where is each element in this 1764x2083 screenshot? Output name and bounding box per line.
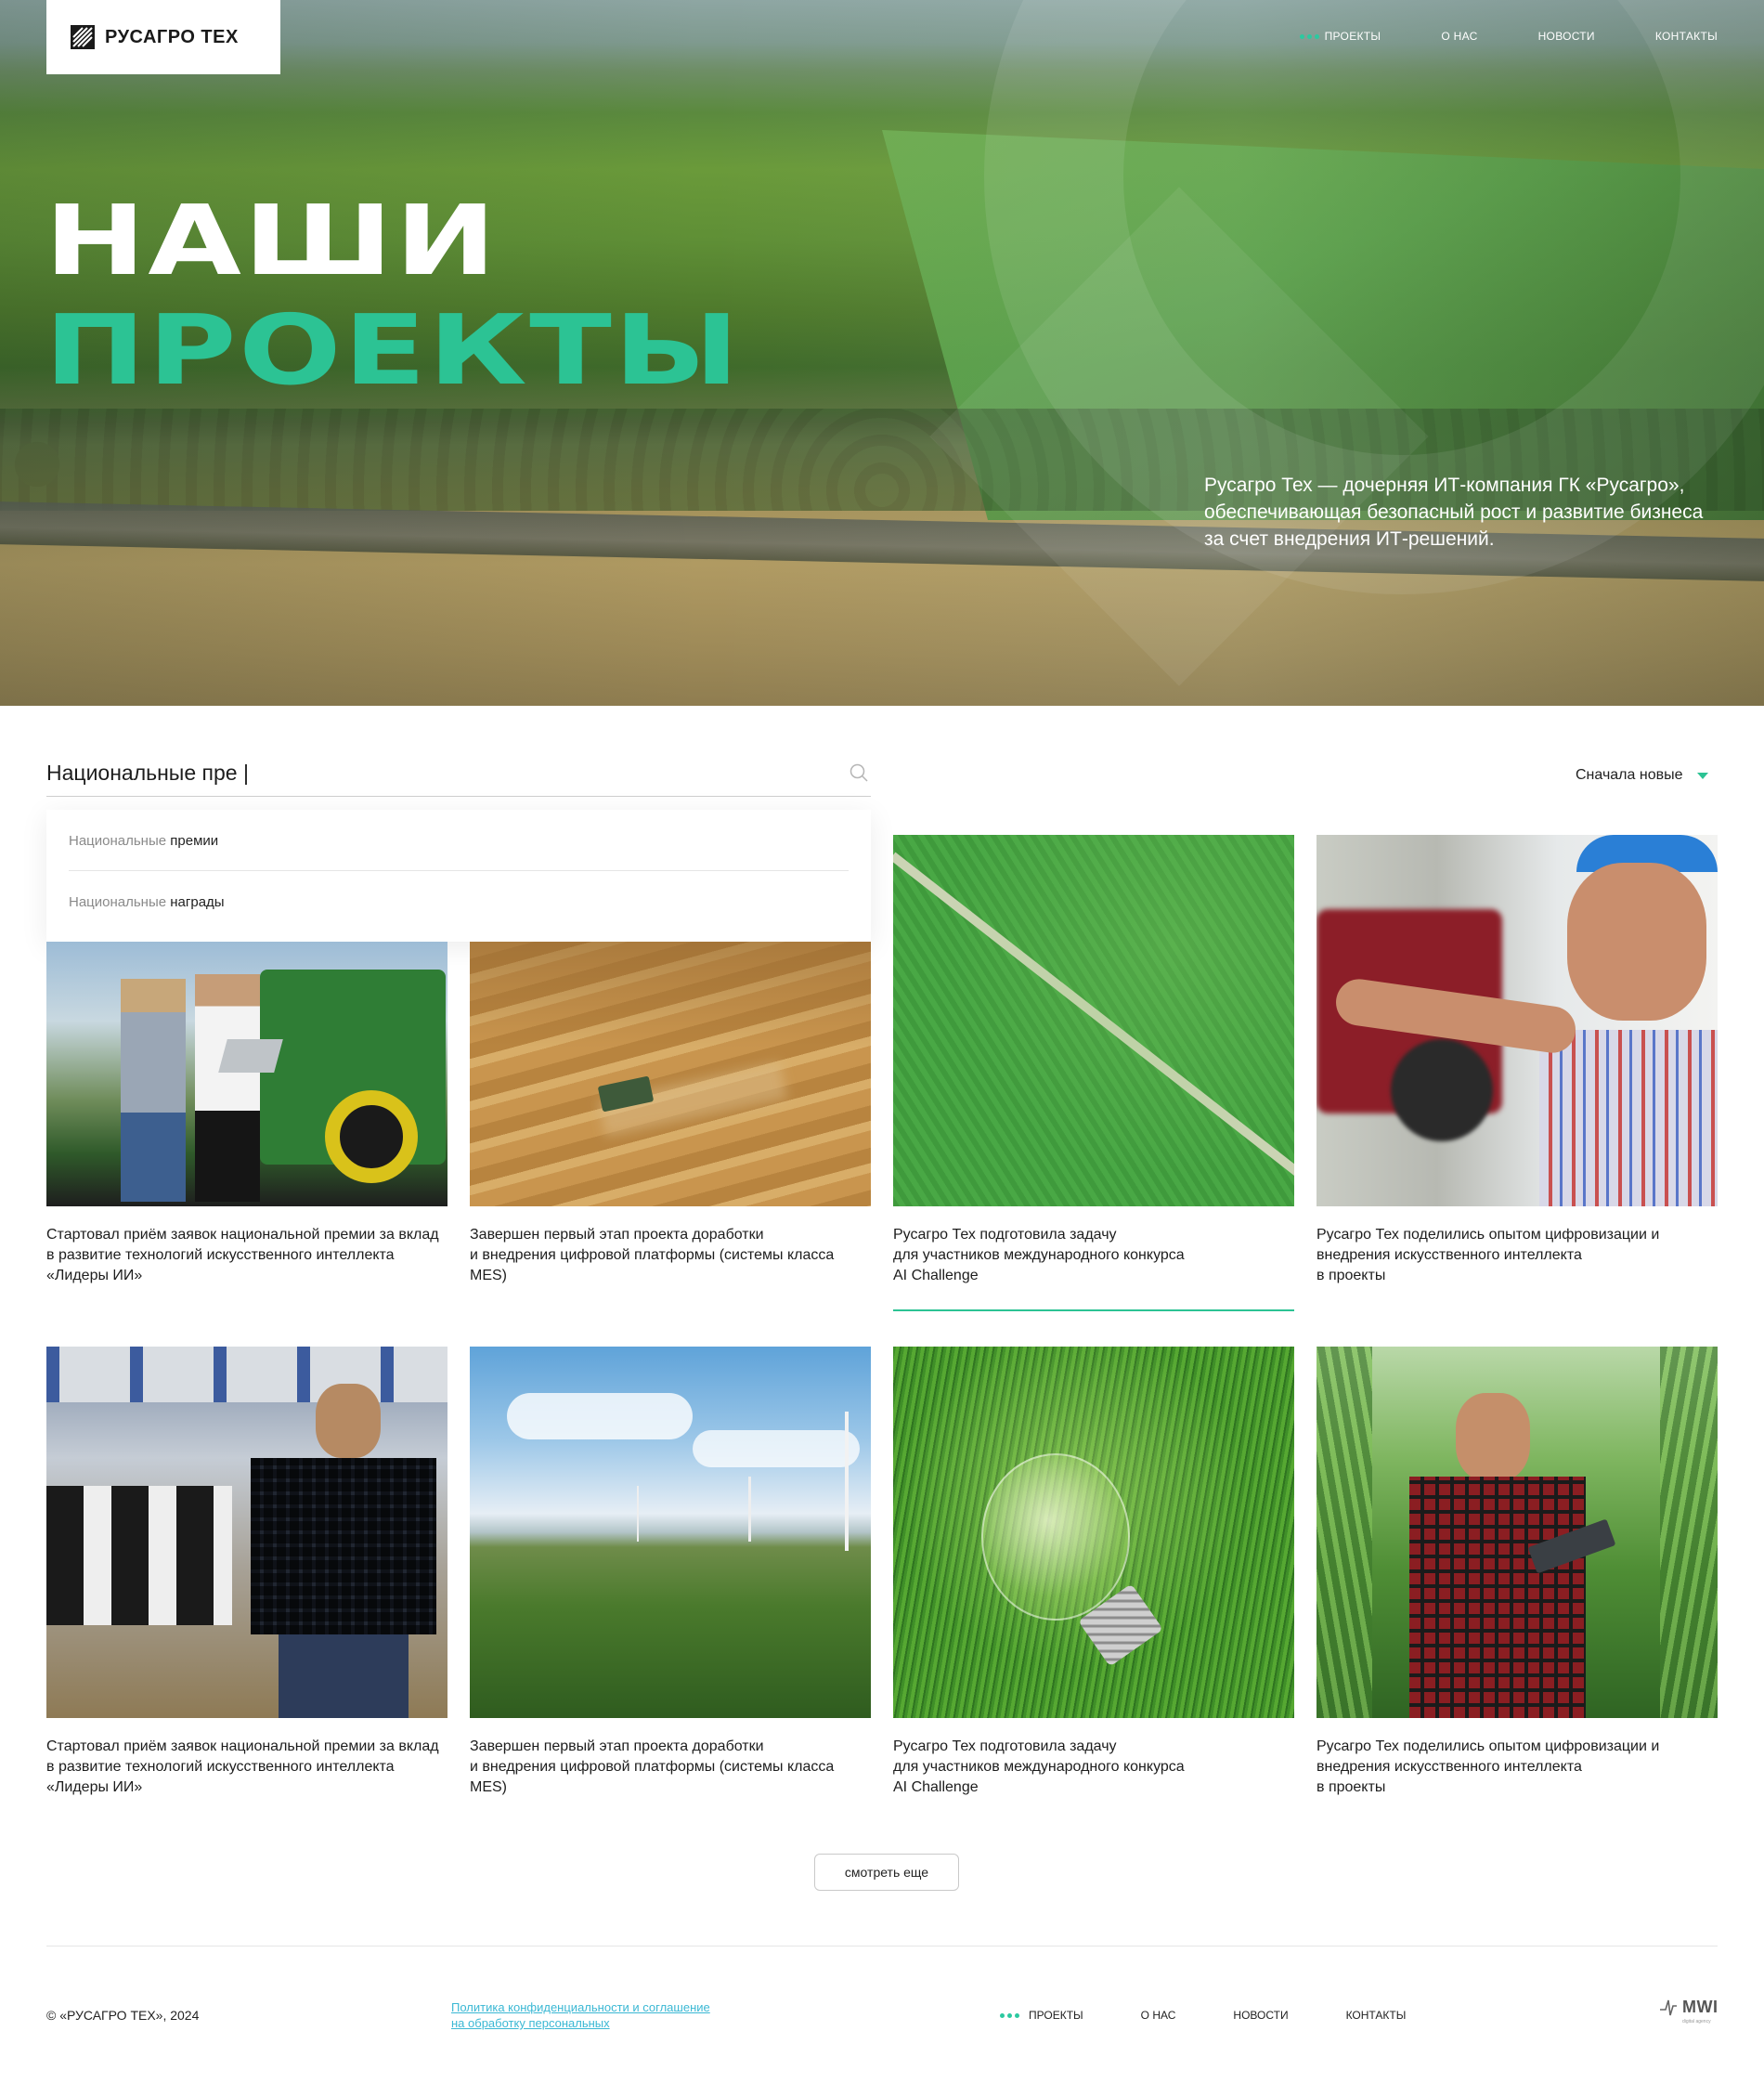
footer-nav-contacts[interactable]: КОНТАКТЫ [1346,2009,1407,2022]
nav-item-about[interactable]: О НАС [1441,30,1477,43]
project-caption: Русагро Тех поделились опытом цифровизац… [1317,1227,1660,1283]
privacy-policy-link[interactable]: Политика конфиденциальности и соглашение… [451,1999,710,2031]
agency-logo[interactable]: MWI digital agency [1658,1997,1719,2024]
footer-nav-about[interactable]: О НАС [1141,2009,1176,2022]
top-nav: ПРОЕКТЫ О НАС НОВОСТИ КОНТАКТЫ [1299,30,1718,43]
footer-nav-news[interactable]: НОВОСТИ [1233,2009,1288,2022]
suggestion-item[interactable]: Национальные награды [69,871,849,932]
project-card[interactable]: Русагро Тех поделились опытом цифровизац… [1317,835,1718,1286]
nav-item-projects[interactable]: ПРОЕКТЫ [1299,30,1381,43]
hero-banner: РУСАГРО ТЕХ ПРОЕКТЫ О НАС НОВОСТИ КОНТАК… [0,0,1764,706]
agency-name: MWI [1682,1997,1719,2016]
sort-label: Сначала новые [1576,767,1683,783]
project-caption: Стартовал приём заявок национальной прем… [46,1738,439,1795]
search-value: Национальные пре | [46,761,249,785]
hero-description: Русагро Тех — дочерняя ИТ-компания ГК «Р… [1204,475,1704,550]
project-caption: Русагро Тех подготовила задачу для участ… [893,1738,1185,1795]
active-dots-icon [1000,2012,1019,2018]
search-input[interactable]: Национальные пре | [46,757,871,797]
project-card[interactable]: Русагро Тех подготовила задачу для участ… [893,1347,1294,1798]
project-caption: Завершен первый этап проекта доработки и… [470,1738,835,1795]
logo-text: РУСАГРО ТЕХ [105,26,239,47]
footer-copyright: © «РУСАГРО ТЕХ», 2024 [46,2008,200,2023]
project-image [46,942,447,1206]
project-card[interactable]: Стартовал приём заявок национальной прем… [46,942,447,1286]
search-icon[interactable] [849,762,869,783]
project-card[interactable]: Русагро Тех подготовила задачу для участ… [893,835,1294,1286]
footer-nav-projects[interactable]: ПРОЕКТЫ [1000,2009,1083,2022]
nav-item-contacts[interactable]: КОНТАКТЫ [1655,30,1718,43]
project-card[interactable]: Стартовал приём заявок национальной прем… [46,1347,447,1798]
suggestion-item[interactable]: Национальные премии [69,810,849,871]
agency-mark-icon [1660,1999,1677,2016]
project-image [1317,1347,1718,1718]
footer-nav: ПРОЕКТЫ О НАС НОВОСТИ КОНТАКТЫ [1000,2009,1406,2022]
nav-item-news[interactable]: НОВОСТИ [1538,30,1595,43]
project-caption: Стартовал приём заявок национальной прем… [46,1227,439,1283]
project-card[interactable]: Завершен первый этап проекта доработки и… [470,942,871,1286]
project-image [470,1347,871,1718]
page-title: НАШИ ПРОЕКТЫ [45,186,739,405]
project-image [1317,835,1718,1206]
search-suggestions: Национальные премии Национальные награды [46,810,871,942]
project-image [893,835,1294,1206]
project-image [893,1347,1294,1718]
brand-logo[interactable]: РУСАГРО ТЕХ [46,0,280,74]
project-card[interactable]: Завершен первый этап проекта доработки и… [470,1347,871,1798]
page-title-line1: НАШИ [45,184,499,297]
agency-tagline: digital agency [1682,2019,1711,2024]
project-caption: Русагро Тех поделились опытом цифровизац… [1317,1738,1660,1795]
page-title-line2: ПРОЕКТЫ [45,293,742,407]
chevron-down-icon [1697,772,1709,779]
project-caption: Завершен первый этап проекта доработки и… [470,1227,835,1283]
load-more-button[interactable]: смотреть еще [814,1854,959,1891]
project-image [470,942,871,1206]
project-card[interactable]: Русагро Тех поделились опытом цифровизац… [1317,1347,1718,1798]
active-card-underline [893,1309,1294,1311]
active-dots-icon [1299,33,1319,39]
project-caption: Русагро Тех подготовила задачу для участ… [893,1227,1185,1283]
project-image [46,1347,447,1718]
logo-mark-icon [70,24,96,50]
sort-dropdown[interactable]: Сначала новые [1576,767,1709,784]
